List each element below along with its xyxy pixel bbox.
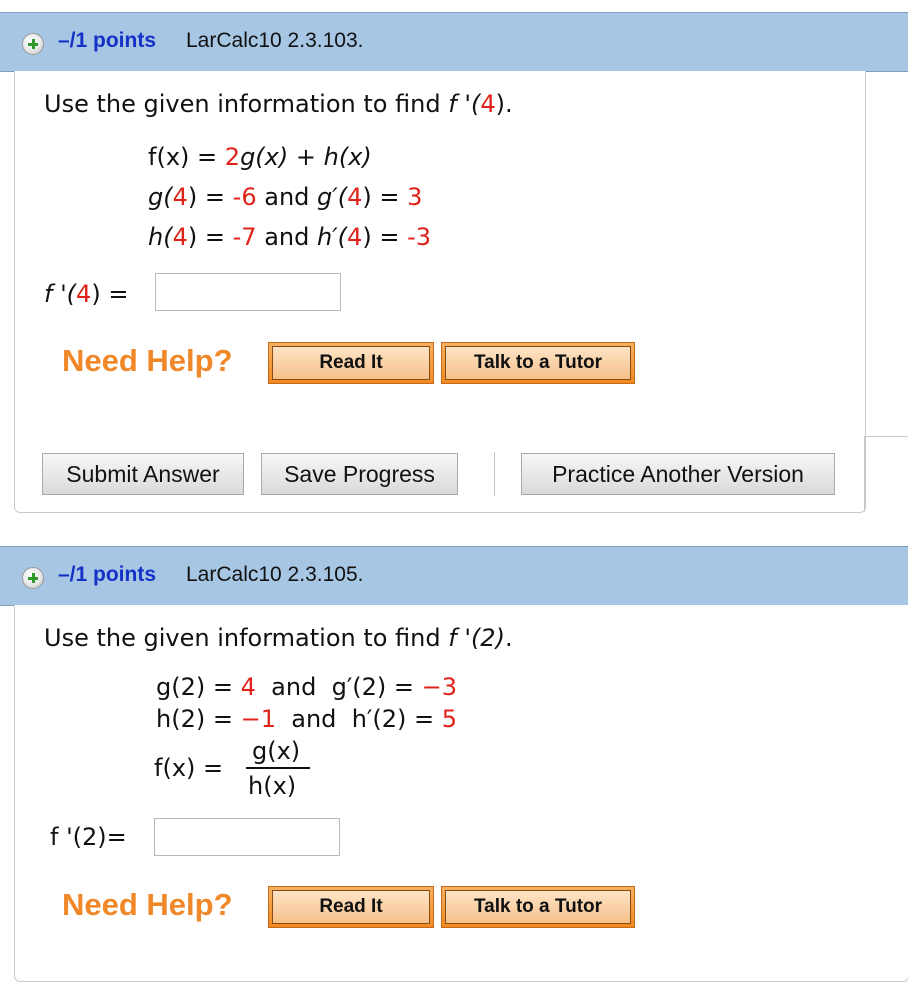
talk-to-tutor-label: Talk to a Tutor xyxy=(445,890,631,924)
prompt-target: f '( xyxy=(448,90,481,118)
eq-hp-at: h′( xyxy=(317,223,348,251)
eq-sign: = xyxy=(197,143,218,171)
eq-hp-value: 5 xyxy=(441,705,458,733)
eq-sign: = xyxy=(379,223,400,251)
eq-sign: = xyxy=(204,223,225,251)
answer-label-arg: 4 xyxy=(76,280,92,308)
side-divider xyxy=(864,436,908,437)
eq-plus: + xyxy=(295,143,316,171)
equation-line: h(4) = -7 and h′(4) = -3 xyxy=(148,223,431,251)
read-it-button[interactable]: Read It xyxy=(268,342,434,384)
eq-g-close: ) xyxy=(187,183,198,211)
question-header: –/1 points LarCalc10 2.3.103. xyxy=(0,12,908,72)
question-card xyxy=(14,71,866,513)
equation-line: f(x) = 2g(x) + h(x) xyxy=(148,143,372,171)
prompt-end: . xyxy=(504,624,513,652)
eq-h: h(2) xyxy=(156,705,206,733)
talk-to-tutor-label: Talk to a Tutor xyxy=(445,346,631,380)
answer-label-post: ) = xyxy=(91,280,129,308)
prompt-target-arg: 4 xyxy=(480,90,496,118)
eq-gp-value: 3 xyxy=(407,183,423,211)
eq-and: and xyxy=(264,183,310,211)
eq-g-value: -6 xyxy=(232,183,257,211)
answer-input[interactable] xyxy=(154,818,340,856)
eq-sign: = xyxy=(212,673,233,701)
eq-sign: = xyxy=(413,705,435,733)
eq-g-value: 4 xyxy=(240,673,256,701)
eq-h-arg: 4 xyxy=(172,223,188,251)
equation-line: h(2) = −1 and h′(2) = 5 xyxy=(156,705,457,733)
eq-gp-value: −3 xyxy=(421,673,458,701)
eq-hp-close: ) xyxy=(362,223,372,251)
eq-g: g(2) xyxy=(156,673,206,701)
eq-sign: = xyxy=(212,705,233,733)
eq-lhs: f(x) xyxy=(154,754,196,782)
eq-g-at: g( xyxy=(148,183,173,211)
eq-coefficient: 2 xyxy=(224,143,241,171)
eq-gp-arg: 4 xyxy=(347,183,363,211)
eq-sign: = xyxy=(204,183,226,211)
equation-line: g(2) = 4 and g′(2) = −3 xyxy=(156,673,457,701)
question-prompt: Use the given information to find f '(4)… xyxy=(44,90,513,118)
eq-sign: = xyxy=(393,673,415,701)
read-it-label: Read It xyxy=(272,890,430,924)
need-help-label: Need Help? xyxy=(62,887,233,922)
eq-gp: g′(2) xyxy=(331,673,387,701)
eq-and: and xyxy=(264,223,310,251)
eq-sign: = xyxy=(203,754,224,782)
eq-h-value: -7 xyxy=(232,223,257,251)
expand-plus-icon[interactable] xyxy=(22,567,44,589)
answer-input[interactable] xyxy=(155,273,341,311)
eq-and: and xyxy=(291,705,337,733)
side-divider xyxy=(864,436,865,512)
quotient-lhs: f(x) = xyxy=(154,754,223,782)
question-prompt: Use the given information to find f '(2)… xyxy=(44,624,513,652)
eq-h-value: −1 xyxy=(240,705,276,733)
submit-answer-button[interactable]: Submit Answer xyxy=(42,453,244,495)
eq-hp-arg: 4 xyxy=(347,223,363,251)
save-progress-button[interactable]: Save Progress xyxy=(261,453,458,495)
expand-plus-icon[interactable] xyxy=(22,33,44,55)
points-label: –/1 points xyxy=(58,563,157,586)
question-id: LarCalc10 2.3.103. xyxy=(186,29,364,52)
eq-g: g(x) xyxy=(240,143,289,171)
practice-another-version-button[interactable]: Practice Another Version xyxy=(521,453,835,495)
points-label: –/1 points xyxy=(58,29,157,52)
answer-label-pre: f '( xyxy=(44,280,77,308)
eq-and: and xyxy=(271,673,317,701)
eq-sign: = xyxy=(379,183,400,211)
fraction-bar xyxy=(246,767,310,769)
prompt-target: f '(2) xyxy=(448,624,505,652)
read-it-label: Read It xyxy=(272,346,430,380)
eq-hp-value: -3 xyxy=(407,223,432,251)
prompt-text: Use the given information to find xyxy=(44,90,441,118)
fraction-denominator: h(x) xyxy=(248,772,297,800)
question-id: LarCalc10 2.3.105. xyxy=(186,563,364,586)
button-divider xyxy=(494,452,495,496)
equation-line: g(4) = -6 and g′(4) = 3 xyxy=(148,183,422,211)
read-it-button[interactable]: Read It xyxy=(268,886,434,928)
question-header: –/1 points LarCalc10 2.3.105. xyxy=(0,546,908,606)
need-help-label: Need Help? xyxy=(62,343,233,378)
eq-gp-at: g′( xyxy=(317,183,348,211)
eq-lhs: f(x) xyxy=(148,143,190,171)
eq-g-arg: 4 xyxy=(172,183,188,211)
fraction-numerator: g(x) xyxy=(252,737,301,765)
eq-h-at: h( xyxy=(148,223,173,251)
answer-label: f '(2)= xyxy=(50,823,127,851)
talk-to-tutor-button[interactable]: Talk to a Tutor xyxy=(441,342,635,384)
eq-h-close: ) xyxy=(187,223,198,251)
prompt-target-close: ). xyxy=(495,90,513,118)
eq-hp: h′(2) xyxy=(351,705,407,733)
answer-label: f '(4) = xyxy=(44,280,128,308)
eq-gp-close: ) xyxy=(362,183,372,211)
talk-to-tutor-button[interactable]: Talk to a Tutor xyxy=(441,886,635,928)
eq-h: h(x) xyxy=(323,143,372,171)
prompt-text: Use the given information to find xyxy=(44,624,441,652)
